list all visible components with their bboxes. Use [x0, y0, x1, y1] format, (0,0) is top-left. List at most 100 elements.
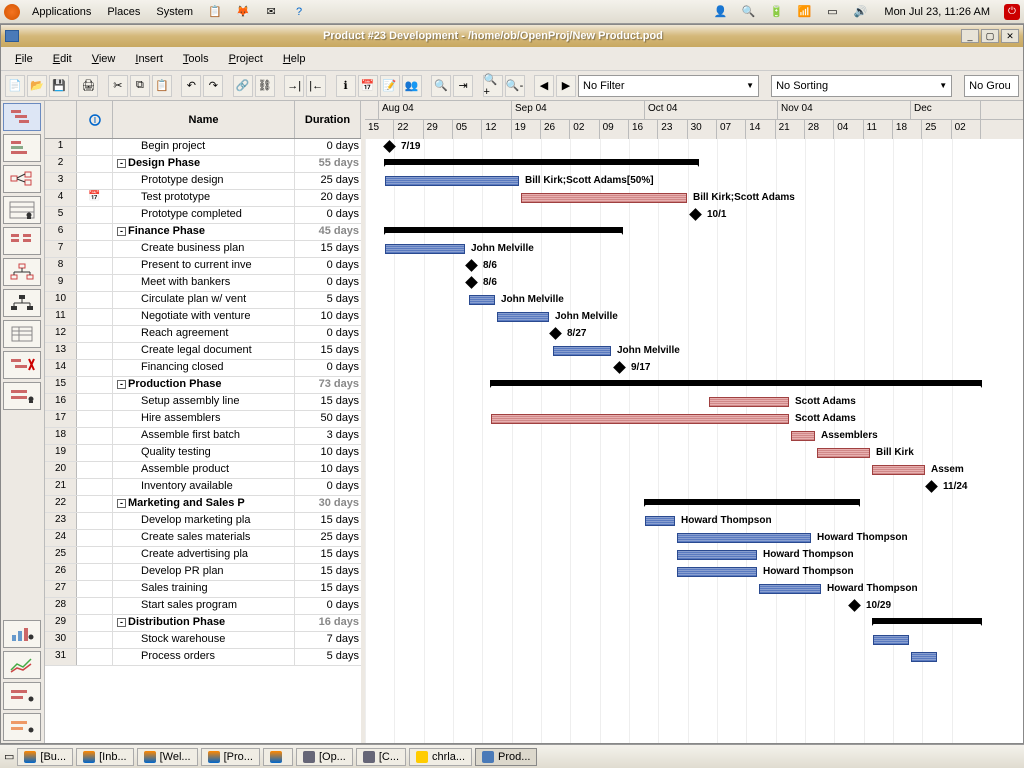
- system-menu[interactable]: System: [152, 4, 197, 20]
- task-row[interactable]: 23Develop marketing pla15 days: [45, 513, 361, 530]
- network-icon[interactable]: 📶: [796, 4, 812, 20]
- rbs-view-button[interactable]: [3, 289, 41, 317]
- titlebar[interactable]: Product #23 Development - /home/ob/OpenP…: [1, 25, 1023, 47]
- task-row[interactable]: 19Quality testing10 days: [45, 445, 361, 462]
- task-row[interactable]: 21Inventory available0 days: [45, 479, 361, 496]
- paste-icon[interactable]: 📋: [152, 75, 172, 97]
- undo-icon[interactable]: ↶: [181, 75, 201, 97]
- copy-icon[interactable]: ⧉: [130, 75, 150, 97]
- sort-combo[interactable]: No Sorting▼: [771, 75, 952, 97]
- task-button[interactable]: [Inb...: [76, 748, 134, 766]
- task-row[interactable]: 26Develop PR plan15 days: [45, 564, 361, 581]
- resource-usage-button[interactable]: [3, 713, 41, 741]
- filter-combo[interactable]: No Filter▼: [578, 75, 759, 97]
- task-row[interactable]: 12Reach agreement0 days: [45, 326, 361, 343]
- menu-file[interactable]: File: [7, 51, 41, 67]
- network-view-button[interactable]: [3, 165, 41, 193]
- link-icon[interactable]: 🔗: [233, 75, 253, 97]
- task-button[interactable]: [263, 748, 293, 766]
- search-tray-icon[interactable]: 🔍: [740, 4, 756, 20]
- notes-icon[interactable]: 📝: [380, 75, 400, 97]
- projects-view-button[interactable]: [3, 227, 41, 255]
- task-row[interactable]: 2-Design Phase55 days: [45, 156, 361, 173]
- task-row[interactable]: 16Setup assembly line15 days: [45, 394, 361, 411]
- unlink-icon[interactable]: ⛓: [255, 75, 275, 97]
- tracking-gantt-button[interactable]: [3, 134, 41, 162]
- task-row[interactable]: 14Financing closed0 days: [45, 360, 361, 377]
- find-icon[interactable]: 🔍: [431, 75, 451, 97]
- launcher-icon[interactable]: 📋: [207, 4, 223, 20]
- task-button[interactable]: [Pro...: [201, 748, 260, 766]
- task-row[interactable]: 25Create advertising pla15 days: [45, 547, 361, 564]
- task-usage-detail-button[interactable]: [3, 682, 41, 710]
- wbs-view-button[interactable]: [3, 258, 41, 286]
- task-row[interactable]: 29-Distribution Phase16 days: [45, 615, 361, 632]
- group-combo[interactable]: No Grou: [964, 75, 1019, 97]
- volume-icon[interactable]: 🔊: [852, 4, 868, 20]
- task-row[interactable]: 8Present to current inve0 days: [45, 258, 361, 275]
- print-icon[interactable]: 🖨: [78, 75, 98, 97]
- applications-menu[interactable]: Applications: [28, 4, 95, 20]
- task-row[interactable]: 28Start sales program0 days: [45, 598, 361, 615]
- task-row[interactable]: 13Create legal document15 days: [45, 343, 361, 360]
- new-icon[interactable]: 📄: [5, 75, 25, 97]
- power-icon[interactable]: ⏻: [1004, 4, 1020, 20]
- task-row[interactable]: 27Sales training15 days: [45, 581, 361, 598]
- battery-icon[interactable]: 🔋: [768, 4, 784, 20]
- prev-icon[interactable]: ◀: [534, 75, 554, 97]
- timeline[interactable]: Aug 04Sep 04Oct 04Nov 04Dec 152229051219…: [365, 101, 1023, 139]
- menu-view[interactable]: View: [84, 51, 124, 67]
- resources-view-button[interactable]: [3, 196, 41, 224]
- display-icon[interactable]: ▭: [824, 4, 840, 20]
- task-row[interactable]: 24Create sales materials25 days: [45, 530, 361, 547]
- task-row[interactable]: 17Hire assemblers50 days: [45, 411, 361, 428]
- task-row[interactable]: 1Begin project0 days: [45, 139, 361, 156]
- zoomin-icon[interactable]: 🔍+: [483, 75, 503, 97]
- maximize-button[interactable]: ▢: [981, 29, 999, 43]
- mail-launcher-icon[interactable]: ✉: [263, 4, 279, 20]
- clock[interactable]: Mon Jul 23, 11:26 AM: [878, 6, 996, 18]
- chart-button[interactable]: [3, 651, 41, 679]
- info-icon[interactable]: ℹ: [336, 75, 356, 97]
- redo-icon[interactable]: ↷: [203, 75, 223, 97]
- task-row[interactable]: 30Stock warehouse7 days: [45, 632, 361, 649]
- row-header[interactable]: [45, 101, 77, 138]
- menu-help[interactable]: Help: [275, 51, 314, 67]
- goto-icon[interactable]: ⇥: [453, 75, 473, 97]
- task-row[interactable]: 31Process orders5 days: [45, 649, 361, 666]
- grid-body[interactable]: 1Begin project0 days2-Design Phase55 day…: [45, 139, 361, 743]
- close-button[interactable]: ✕: [1001, 29, 1019, 43]
- report-view-button[interactable]: [3, 320, 41, 348]
- task-button[interactable]: [Bu...: [17, 748, 73, 766]
- task-button[interactable]: [C...: [356, 748, 406, 766]
- task-usage-button[interactable]: [3, 382, 41, 410]
- task-row[interactable]: 22-Marketing and Sales P30 days: [45, 496, 361, 513]
- task-button[interactable]: [Wel...: [137, 748, 198, 766]
- indent-icon[interactable]: →|: [284, 75, 304, 97]
- menu-edit[interactable]: Edit: [45, 51, 80, 67]
- help-icon[interactable]: ?: [291, 4, 307, 20]
- task-row[interactable]: 10Circulate plan w/ vent5 days: [45, 292, 361, 309]
- gantt-chart[interactable]: Aug 04Sep 04Oct 04Nov 04Dec 152229051219…: [365, 101, 1023, 743]
- task-row[interactable]: 7Create business plan15 days: [45, 241, 361, 258]
- open-icon[interactable]: 📂: [27, 75, 47, 97]
- task-button[interactable]: Prod...: [475, 748, 537, 766]
- task-row[interactable]: 3Prototype design25 days: [45, 173, 361, 190]
- task-row[interactable]: 4📅Test prototype20 days: [45, 190, 361, 207]
- indicator-header[interactable]: i: [77, 101, 113, 138]
- save-icon[interactable]: 💾: [49, 75, 69, 97]
- task-button[interactable]: [Op...: [296, 748, 353, 766]
- task-row[interactable]: 6-Finance Phase45 days: [45, 224, 361, 241]
- task-button[interactable]: chrla...: [409, 748, 472, 766]
- firefox-launcher-icon[interactable]: 🦊: [235, 4, 251, 20]
- histogram-button[interactable]: [3, 620, 41, 648]
- gantt-view-button[interactable]: [3, 103, 41, 131]
- assign-icon[interactable]: 👥: [402, 75, 422, 97]
- outdent-icon[interactable]: |←: [306, 75, 326, 97]
- no-sub-view-button[interactable]: [3, 351, 41, 379]
- zoomout-icon[interactable]: 🔍-: [505, 75, 525, 97]
- calendar-icon[interactable]: 📅: [358, 75, 378, 97]
- task-row[interactable]: 20Assemble product10 days: [45, 462, 361, 479]
- task-row[interactable]: 9Meet with bankers0 days: [45, 275, 361, 292]
- task-row[interactable]: 18Assemble first batch3 days: [45, 428, 361, 445]
